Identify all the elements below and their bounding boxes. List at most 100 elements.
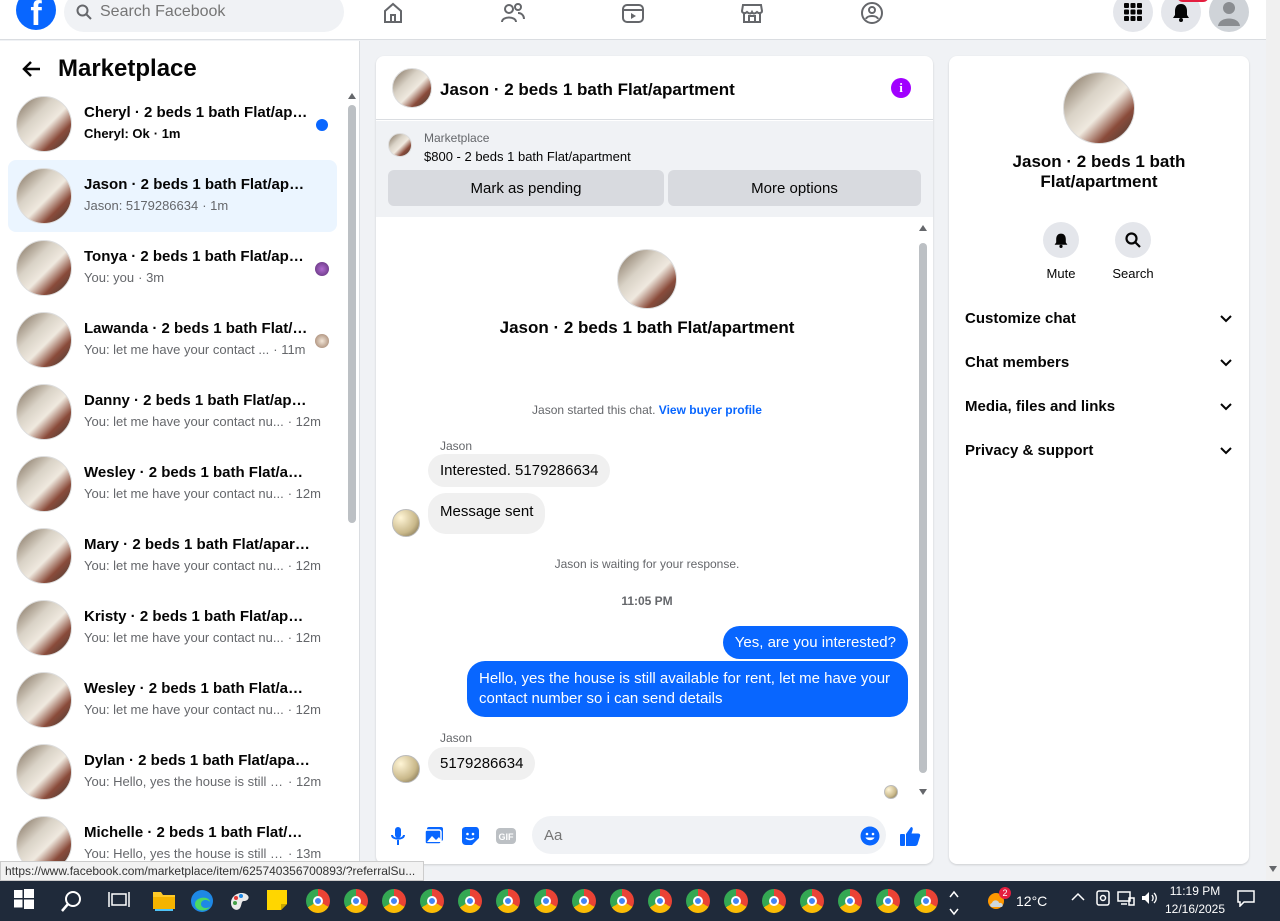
- seen-indicator-avatar: [315, 262, 329, 276]
- gif-icon[interactable]: GIF: [494, 824, 518, 848]
- details-avatar[interactable]: [1063, 72, 1135, 144]
- home-icon[interactable]: [378, 0, 408, 26]
- task-view-icon[interactable]: [108, 889, 132, 913]
- message-sender: Jason: [440, 439, 473, 453]
- video-icon[interactable]: [618, 0, 648, 26]
- conversation-item[interactable]: Tonya · 2 beds 1 bath Flat/apartment You:…: [8, 232, 337, 304]
- paint-icon[interactable]: [228, 889, 252, 913]
- scrollbar-thumb[interactable]: [919, 243, 927, 773]
- clock-date[interactable]: 12/16/2025: [1160, 902, 1230, 916]
- taskbar-search-icon[interactable]: [60, 889, 84, 913]
- listing-label: Marketplace: [424, 131, 490, 145]
- conversation-item[interactable]: Wesley · 2 beds 1 bath Flat/apartment You…: [8, 448, 337, 520]
- chrome-window-icon[interactable]: [610, 889, 634, 913]
- conversation-item[interactable]: Kristy · 2 beds 1 bath Flat/apartment You…: [8, 592, 337, 664]
- listing-thumbnail[interactable]: [388, 133, 412, 157]
- chat-avatar[interactable]: [392, 68, 432, 108]
- account-avatar[interactable]: [1209, 0, 1249, 32]
- incoming-message[interactable]: Message sent: [428, 493, 546, 534]
- like-thumb-icon[interactable]: [898, 824, 922, 848]
- network-icon[interactable]: [1117, 889, 1141, 913]
- bell-icon: [1054, 233, 1068, 248]
- conversation-item[interactable]: Wesley · 2 beds 1 bath Flat/apartment You…: [8, 664, 337, 736]
- conversation-preview: You: let me have your contact ... · 11m: [84, 342, 324, 357]
- chrome-window-icon[interactable]: [382, 889, 406, 913]
- back-arrow-icon[interactable]: [20, 57, 44, 81]
- chrome-window-icon[interactable]: [420, 889, 444, 913]
- sender-avatar[interactable]: [392, 509, 420, 537]
- emoji-icon[interactable]: [858, 824, 882, 848]
- chrome-window-icon[interactable]: [458, 889, 482, 913]
- bell-icon[interactable]: [1161, 0, 1209, 32]
- conversation-preview: You: let me have your contact nu... · 12m: [84, 486, 324, 501]
- conversation-item[interactable]: Danny · 2 beds 1 bath Flat/apartment You:…: [8, 376, 337, 448]
- search-input[interactable]: [100, 3, 320, 21]
- conversation-title: Michelle · 2 beds 1 bath Flat/apartment: [84, 824, 310, 841]
- taskbar-overflow-icon[interactable]: [948, 889, 962, 916]
- sender-avatar[interactable]: [392, 755, 420, 783]
- details-menu-item[interactable]: Media, files and links: [957, 386, 1241, 426]
- chrome-window-icon[interactable]: [572, 889, 596, 913]
- mark-as-pending-button[interactable]: Mark as pending: [388, 170, 664, 206]
- mute-button[interactable]: Mute: [1031, 222, 1091, 281]
- chrome-window-icon[interactable]: [876, 889, 900, 913]
- conversation-item[interactable]: Dylan · 2 beds 1 bath Flat/apartment You:…: [8, 736, 337, 808]
- details-menu-item[interactable]: Customize chat: [957, 298, 1241, 338]
- chrome-window-icon[interactable]: [800, 889, 824, 913]
- mute-label: Mute: [1046, 266, 1076, 281]
- more-options-button[interactable]: More options: [668, 170, 921, 206]
- friends-icon[interactable]: [498, 0, 528, 26]
- listing-price[interactable]: $800 - 2 beds 1 bath Flat/apartment: [424, 149, 631, 164]
- groups-icon[interactable]: [857, 0, 887, 26]
- chrome-window-icon[interactable]: [914, 889, 938, 913]
- clock-time[interactable]: 11:19 PM: [1160, 884, 1230, 898]
- chrome-window-icon[interactable]: [306, 889, 330, 913]
- chrome-window-icon[interactable]: [686, 889, 710, 913]
- conversation-item[interactable]: Cheryl · 2 beds 1 bath Flat/apartment Che…: [8, 88, 337, 160]
- conversation-item[interactable]: Mary · 2 beds 1 bath Flat/apartment You: …: [8, 520, 337, 592]
- file-explorer-icon[interactable]: [152, 889, 176, 913]
- inbox-scrollbar[interactable]: [347, 93, 357, 523]
- search-box[interactable]: [64, 0, 344, 32]
- sticker-icon[interactable]: [458, 824, 482, 848]
- incoming-message[interactable]: Interested. 5179286634: [428, 454, 611, 487]
- conversation-avatar: [16, 168, 72, 224]
- info-icon[interactable]: i: [891, 78, 911, 98]
- chevron-up-icon[interactable]: [1070, 889, 1094, 913]
- chrome-window-icon[interactable]: [496, 889, 520, 913]
- chrome-window-icon[interactable]: [838, 889, 862, 913]
- view-buyer-profile-link[interactable]: View buyer profile: [659, 403, 762, 417]
- chrome-window-icon[interactable]: [344, 889, 368, 913]
- marketplace-icon[interactable]: [737, 0, 767, 26]
- chrome-window-icon[interactable]: [534, 889, 558, 913]
- chrome-window-icon[interactable]: [648, 889, 672, 913]
- chat-header-name[interactable]: Jason · 2 beds 1 bath Flat/apartment: [440, 80, 735, 100]
- grid-menu-icon[interactable]: [1113, 0, 1153, 32]
- microphone-icon[interactable]: [386, 824, 410, 848]
- device-icon[interactable]: [1094, 889, 1118, 913]
- details-menu-item[interactable]: Chat members: [957, 342, 1241, 382]
- chrome-window-icon[interactable]: [762, 889, 786, 913]
- outgoing-message[interactable]: Yes, are you interested?: [722, 626, 908, 659]
- incoming-message[interactable]: 5179286634: [428, 747, 536, 780]
- photo-icon[interactable]: [422, 824, 446, 848]
- chat-scrollbar[interactable]: [918, 225, 928, 795]
- windows-start-icon[interactable]: [14, 889, 38, 913]
- edge-browser-icon[interactable]: [190, 889, 214, 913]
- preview-time: · 12m: [288, 774, 322, 789]
- conversation-preview: You: let me have your contact nu... · 12m: [84, 414, 324, 429]
- search-in-chat-button[interactable]: Search: [1103, 222, 1163, 281]
- thread-title: Jason · 2 beds 1 bath Flat/apartment: [499, 318, 795, 337]
- conversation-item[interactable]: Jason · 2 beds 1 bath Flat/apartment Jaso…: [8, 160, 337, 232]
- temperature-text[interactable]: 12°C: [1016, 893, 1047, 909]
- outgoing-message[interactable]: Hello, yes the house is still available …: [467, 661, 908, 717]
- conversation-item[interactable]: Lawanda · 2 beds 1 bath Flat/apartment Yo…: [8, 304, 337, 376]
- scrollbar-thumb[interactable]: [348, 105, 356, 523]
- facebook-logo[interactable]: f: [16, 0, 56, 30]
- notification-center-icon[interactable]: [1237, 889, 1261, 913]
- chrome-window-icon[interactable]: [724, 889, 748, 913]
- sticky-notes-icon[interactable]: [266, 889, 290, 913]
- message-input[interactable]: [532, 816, 886, 854]
- details-menu-item[interactable]: Privacy & support: [957, 430, 1241, 470]
- page-scrollbar[interactable]: [1266, 0, 1280, 880]
